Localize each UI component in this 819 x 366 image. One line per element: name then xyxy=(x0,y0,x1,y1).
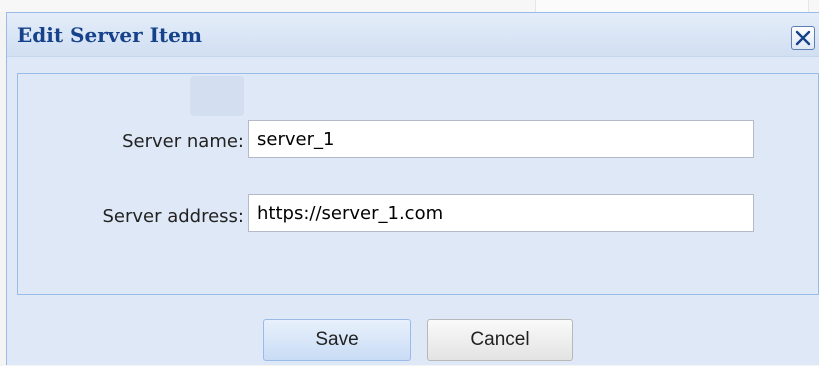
cancel-button[interactable]: Cancel xyxy=(427,319,573,361)
server-address-input[interactable] xyxy=(248,194,754,232)
server-name-label: Server name: xyxy=(122,131,244,152)
close-button[interactable] xyxy=(791,26,815,50)
form-panel: Server name: Server address: xyxy=(17,73,819,295)
edit-server-dialog: Edit Server Item Server name: Server add… xyxy=(6,12,819,365)
dialog-footer: Save Cancel xyxy=(7,295,819,366)
save-button[interactable]: Save xyxy=(263,319,411,361)
server-address-label: Server address: xyxy=(102,206,244,227)
close-icon xyxy=(795,30,811,46)
server-name-input[interactable] xyxy=(248,120,754,158)
background-window-strip xyxy=(0,0,819,12)
dialog-title: Edit Server Item xyxy=(17,23,203,47)
dialog-titlebar[interactable]: Edit Server Item xyxy=(7,13,819,57)
watermark-icon xyxy=(190,76,244,116)
background-window-segment xyxy=(535,0,809,12)
